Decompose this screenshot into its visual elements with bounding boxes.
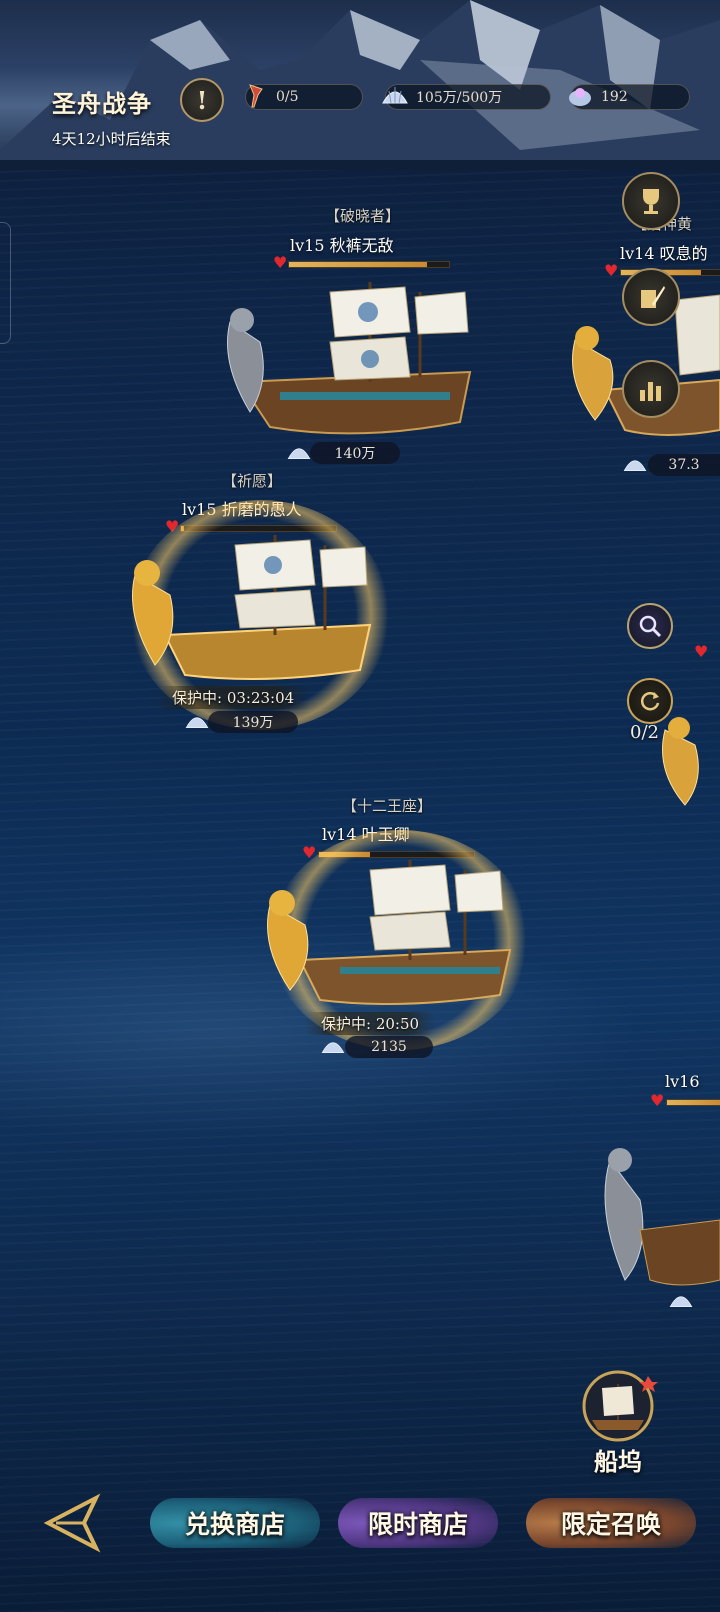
- ship-value: 2135: [345, 1036, 433, 1058]
- gem-amount: 192: [601, 89, 628, 105]
- exchange-shop-button[interactable]: 兑换商店: [150, 1490, 320, 1556]
- dock-label: 船坞: [594, 1447, 642, 1476]
- heart-icon: ♥: [650, 1091, 665, 1110]
- limited-summon-button[interactable]: 限定召唤: [526, 1490, 696, 1556]
- shell-icon: [623, 460, 647, 472]
- ship-sprite[interactable]: [655, 700, 720, 810]
- quill-scroll-icon: [641, 286, 665, 308]
- ship-guild: 【祈愿】: [222, 472, 283, 490]
- quest-button[interactable]: [622, 268, 680, 326]
- event-countdown: 4天12小时后结束: [52, 130, 171, 148]
- shell-icon: [382, 87, 408, 104]
- shell-icon: [669, 1296, 693, 1308]
- ship-sprite[interactable]: [260, 855, 520, 1020]
- flare-icon: [249, 84, 263, 108]
- heart-icon: ♥: [604, 261, 619, 280]
- limited-shop-label: 限时商店: [367, 1510, 468, 1539]
- ship-player-name: lv14 叹息的: [620, 244, 708, 263]
- gem-counter: 192: [569, 84, 690, 110]
- ship-guild: 【十二王座】: [342, 797, 433, 815]
- event-title: 圣舟战争: [52, 89, 152, 118]
- event-header: 圣舟战争 4天12小时后结束 ! 0/5 105万/500万 192: [0, 0, 720, 170]
- trophy-icon: [643, 189, 659, 214]
- shell-icon: [287, 448, 311, 460]
- flare-count: 0/5: [276, 89, 299, 105]
- ship-guild: 【破晓者】: [325, 207, 401, 225]
- ship-sprite[interactable]: [590, 1140, 720, 1310]
- ship-player-name: lv16: [665, 1072, 700, 1091]
- flare-counter: 0/5: [245, 84, 363, 110]
- ship-hp-bar: [666, 1099, 720, 1106]
- search-button[interactable]: [627, 603, 673, 649]
- shell-counter: 105万/500万: [382, 84, 551, 110]
- heart-icon: ♥: [694, 642, 709, 661]
- dock-button[interactable]: 船坞: [572, 1368, 664, 1480]
- protection-timer: 保护中: 03:23:04: [156, 686, 311, 709]
- limited-summon-label: 限定召唤: [560, 1510, 661, 1539]
- ship-hp-fill: [667, 1100, 720, 1105]
- gem-shell-icon: [569, 88, 591, 106]
- shell-icon: [321, 1042, 345, 1054]
- search-icon: [639, 615, 662, 638]
- left-edge-tab[interactable]: [0, 222, 11, 344]
- ship-player-name: lv15 秋裤无敌: [290, 236, 394, 255]
- ship-dock-icon: [582, 1370, 658, 1442]
- ship-sprite[interactable]: [125, 525, 380, 695]
- shell-amount: 105万/500万: [416, 90, 503, 106]
- ship-value: 37.3: [648, 454, 720, 476]
- back-button[interactable]: [34, 1488, 106, 1558]
- bar-chart-icon: [640, 382, 661, 401]
- info-button[interactable]: !: [180, 78, 224, 122]
- limited-shop-button[interactable]: 限时商店: [338, 1490, 498, 1556]
- ship-value: 140万: [310, 442, 400, 464]
- shell-icon: [185, 717, 209, 729]
- ship-sprite[interactable]: [210, 262, 500, 452]
- trophy-button[interactable]: [622, 172, 680, 230]
- exclamation-icon: !: [196, 85, 208, 115]
- protection-timer: 保护中: 20:50: [305, 1012, 436, 1035]
- exchange-shop-label: 兑换商店: [184, 1510, 285, 1539]
- ranking-button[interactable]: [622, 360, 680, 418]
- ship-value: 139万: [208, 711, 298, 733]
